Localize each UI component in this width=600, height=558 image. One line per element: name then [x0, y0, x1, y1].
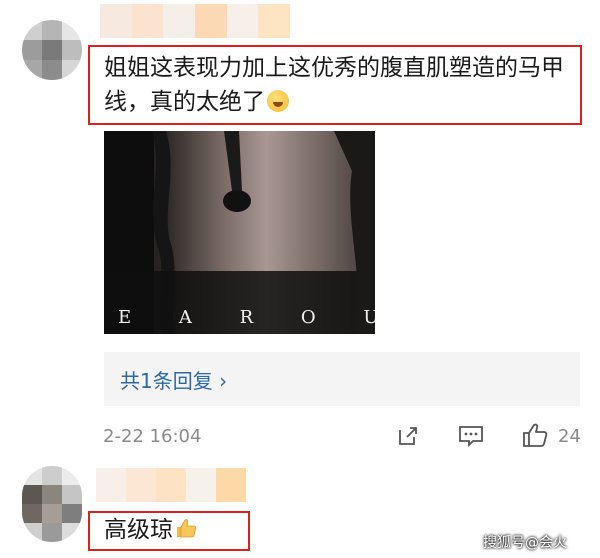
comment-image[interactable]: E A R O U G H I	[104, 131, 375, 334]
username-blurred[interactable]	[100, 4, 291, 38]
comment-timestamp: 2-22 16:04	[103, 426, 202, 447]
view-replies-link[interactable]: 共1条回复 ›	[120, 365, 227, 394]
image-figure	[104, 131, 375, 334]
like-count: 24	[558, 426, 581, 447]
comment-icon[interactable]	[458, 424, 484, 448]
comment-text: 姐姐这表现力加上这优秀的腹直肌塑造的马甲线，真的太绝了	[104, 55, 564, 115]
highlighted-comment: 高级琼	[88, 511, 250, 551]
user-avatar[interactable]	[22, 20, 82, 80]
user-avatar[interactable]	[22, 466, 82, 542]
thumbs-up-emoji-icon	[177, 519, 197, 538]
image-caption: E A R O U G H I	[118, 307, 375, 328]
smiling-face-emoji-icon	[267, 90, 289, 112]
username-blurred[interactable]	[96, 468, 246, 502]
watermark: 搜狐号@会火	[483, 535, 567, 551]
like-icon[interactable]	[521, 421, 549, 449]
replies-panel[interactable]: 共1条回复 ›	[104, 352, 580, 406]
comment-text: 高级琼	[104, 517, 173, 543]
highlighted-comment: 姐姐这表现力加上这优秀的腹直肌塑造的马甲线，真的太绝了	[88, 45, 582, 125]
share-icon[interactable]	[396, 424, 420, 448]
